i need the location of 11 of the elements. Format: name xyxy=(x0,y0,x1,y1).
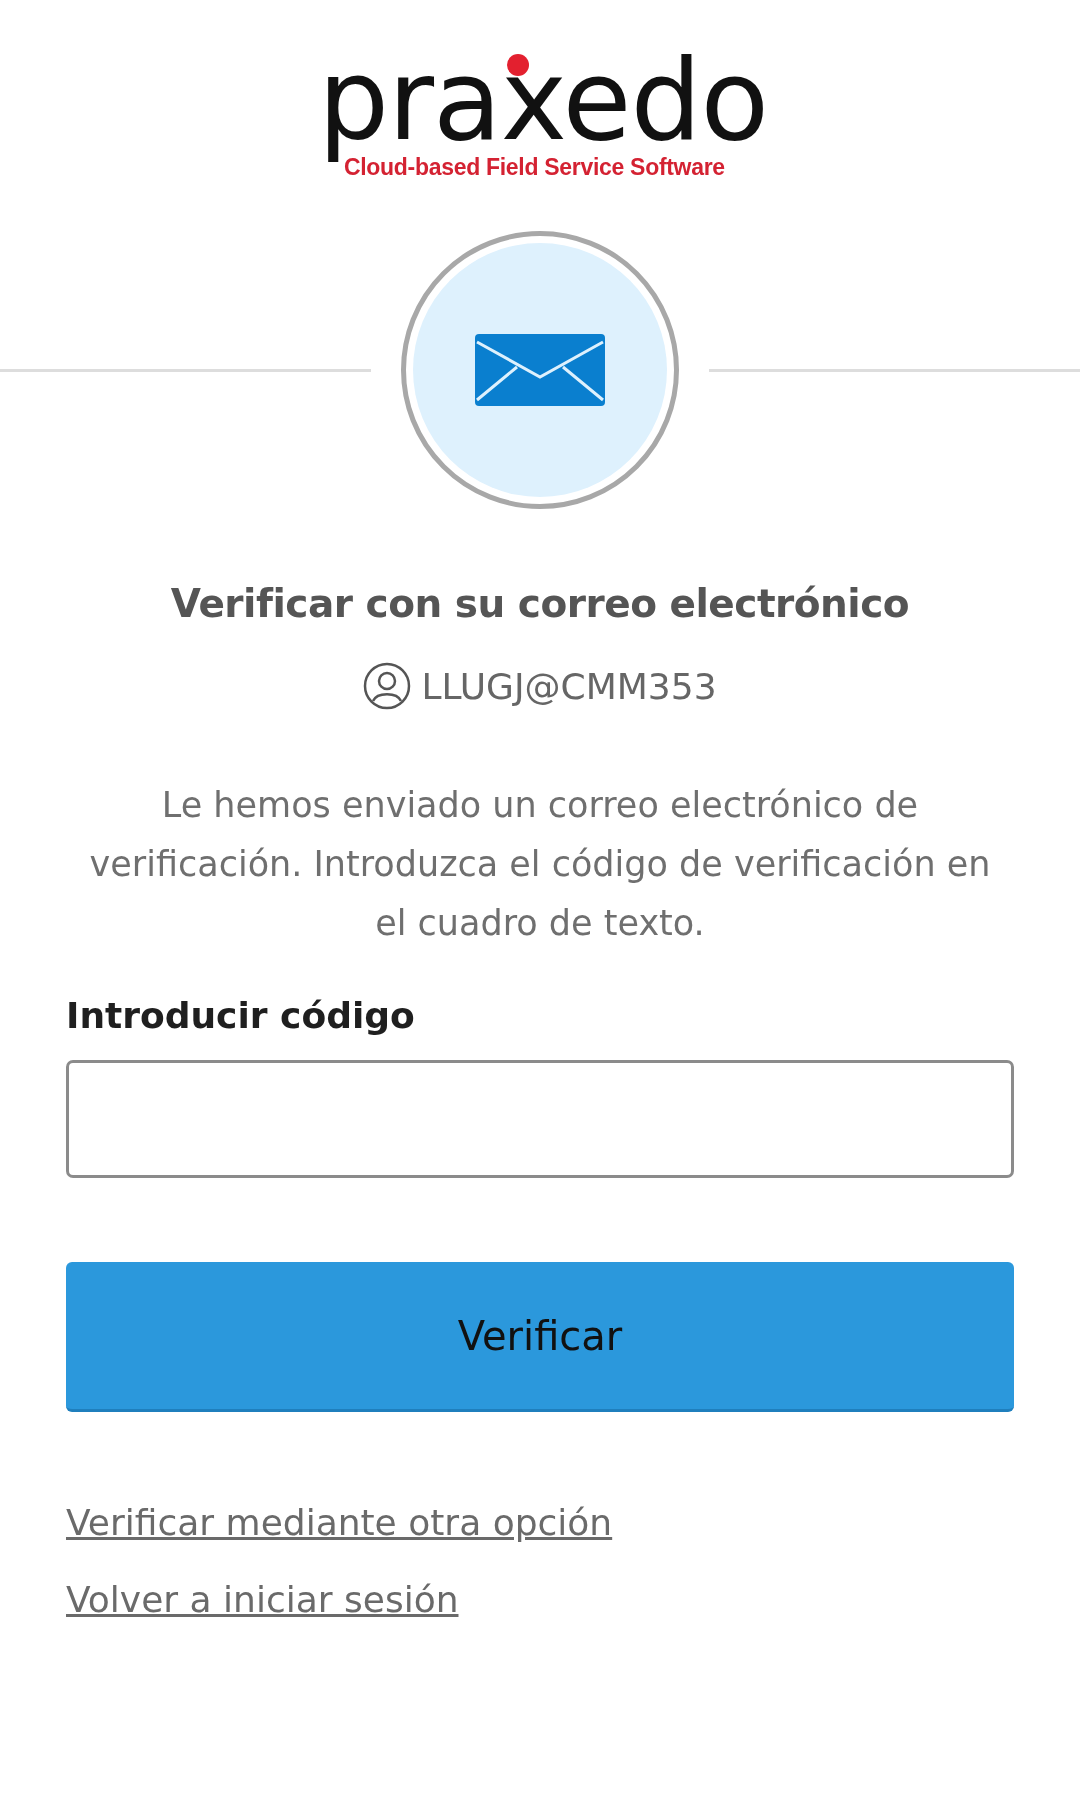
text-link[interactable]: Volver a iniciar sesión xyxy=(66,1579,459,1620)
user-icon xyxy=(363,662,412,710)
code-input-field[interactable] xyxy=(66,1060,1014,1178)
page-title: Verificar con su correo electrónico xyxy=(170,581,910,626)
instruction-text: Le hemos enviado un correo electrónico de verificación. Introduzca el código de verificación en el cuadro de texto. xyxy=(88,784,992,945)
username: LLUGJ@CMM353 xyxy=(421,665,717,707)
code-label: Introducir código xyxy=(66,995,416,1036)
envelope-icon xyxy=(475,334,605,406)
verify-button[interactable]: Verificar xyxy=(66,1262,1014,1412)
logo: praxedo Cloud-based Field Service Software xyxy=(316,52,769,181)
text-link[interactable]: Verificar mediante otra opción xyxy=(66,1502,613,1543)
